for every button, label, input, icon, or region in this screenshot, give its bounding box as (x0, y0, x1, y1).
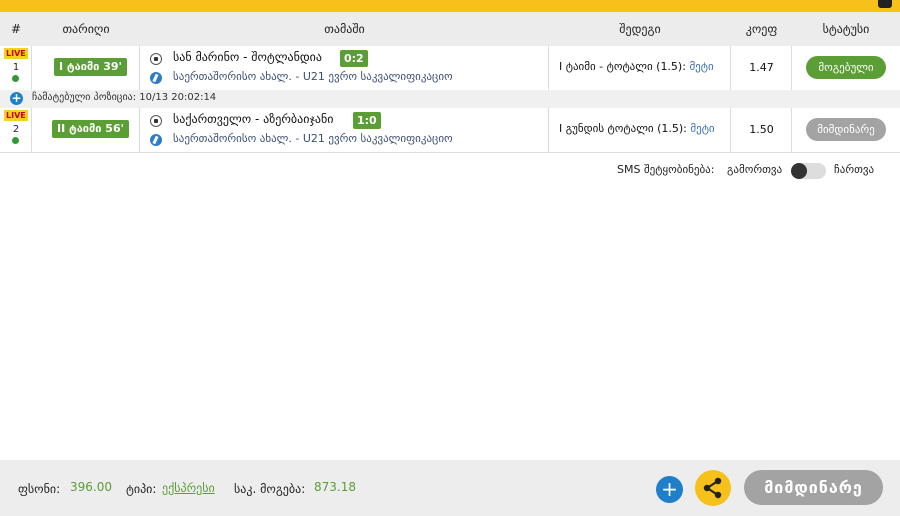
status-won-badge[interactable]: მოგებული (806, 56, 886, 79)
expand-plus-icon[interactable]: + (10, 92, 23, 105)
close-icon[interactable] (878, 0, 892, 8)
stake-value: 396.00 (70, 480, 112, 494)
match-name[interactable]: სან მარინო - შოტლანდია (173, 50, 322, 64)
bet-type-value[interactable]: ექსპრესი (162, 481, 215, 495)
bet-description: I ტაიმი - ტოტალი (1.5): მეტი (559, 60, 714, 73)
date-cell: I ტაიმი 39' (32, 46, 140, 90)
bet-cell: I გუნდის ტოტალი (1.5): მეტი (549, 108, 731, 152)
odds-cell: 1.50 (731, 108, 792, 152)
sms-toggle[interactable] (791, 163, 826, 179)
added-position-bar: + ჩამატებული პოზიცია: 10/13 20:02:14 (0, 90, 900, 109)
league-icon (150, 134, 162, 146)
match-name[interactable]: საქართველო - აზერბაიჯანი (173, 112, 333, 126)
table-header: # თარიღი თამაში შედეგი კოეფ სტატუსი (0, 12, 900, 47)
score-badge: 0:2 (340, 50, 368, 67)
status-cell: მიმდინარე (792, 108, 900, 152)
status-pending-badge[interactable]: მიმდინარე (806, 118, 886, 141)
odds-cell: 1.47 (731, 46, 792, 90)
live-indicator-dot (12, 75, 19, 82)
sms-on-label: ჩართვა (834, 163, 875, 176)
league-name: საერთაშორისო ახალ. - U21 ევრო საკვალიფიკ… (173, 70, 453, 83)
match-cell: საქართველო - აზერბაიჯანი 1:0 საერთაშორის… (140, 108, 549, 152)
bet-market: I გუნდის ტოტალი (1.5): (559, 122, 687, 135)
league-name: საერთაშორისო ახალ. - U21 ევრო საკვალიფიკ… (173, 132, 453, 145)
bet-market: I ტაიმი - ტოტალი (1.5): (559, 60, 686, 73)
date-cell: II ტაიმი 56' (32, 108, 140, 152)
status-cell: მოგებული (792, 46, 900, 90)
bet-pick: მეტი (689, 60, 714, 73)
header-odds: კოეფ (745, 22, 778, 36)
row-number: 1 (12, 62, 20, 73)
header-date: თარიღი (62, 22, 110, 36)
bet-pick: მეტი (690, 122, 715, 135)
league-icon (150, 72, 162, 84)
sms-off-label: გამორთვა (727, 163, 783, 176)
share-button[interactable] (695, 470, 731, 506)
bet-cell: I ტაიმი - ტოტალი (1.5): მეტი (549, 46, 731, 90)
added-position-text: ჩამატებული პოზიცია: 10/13 20:02:14 (32, 92, 217, 103)
bet-summary-footer: ფსონი: 396.00 ტიპი: ექსპრესი საკ. მოგება… (0, 460, 900, 516)
match-cell: სან მარინო - შოტლანდია 0:2 საერთაშორისო … (140, 46, 549, 90)
table-row: LIVE 1 I ტაიმი 39' სან მარინო - შოტლანდი… (0, 46, 900, 91)
stake-label: ფსონი: (18, 482, 61, 496)
soccer-ball-icon (150, 53, 162, 65)
current-status-button[interactable]: მიმდინარე (744, 470, 883, 505)
header-num: # (10, 22, 22, 36)
possible-win-label: საკ. მოგება: (234, 482, 306, 496)
sms-notification-label: SMS შეტყობინება: (617, 163, 715, 176)
match-time-badge: II ტაიმი 56' (52, 120, 129, 138)
row-number: 2 (12, 124, 20, 135)
soccer-ball-icon (150, 115, 162, 127)
live-badge: LIVE (4, 48, 28, 59)
match-time-badge: I ტაიმი 39' (54, 58, 127, 76)
possible-win-value: 873.18 (314, 480, 356, 494)
sms-toggle-knob[interactable] (791, 163, 807, 179)
live-badge: LIVE (4, 110, 28, 121)
row-index-cell: LIVE 2 (0, 108, 32, 152)
plus-icon[interactable]: + (656, 476, 683, 503)
bet-type-label: ტიპი: (126, 482, 157, 496)
score-badge: 1:0 (353, 112, 381, 129)
row-index-cell: LIVE 1 (0, 46, 32, 90)
top-accent-bar (0, 0, 900, 12)
odds-value: 1.47 (749, 61, 774, 74)
header-match: თამაში (324, 22, 365, 36)
share-icon (703, 477, 722, 499)
odds-value: 1.50 (749, 123, 774, 136)
header-result: შედეგი (619, 22, 661, 36)
table-row: LIVE 2 II ტაიმი 56' საქართველო - აზერბაი… (0, 108, 900, 153)
live-indicator-dot (12, 137, 19, 144)
header-status: სტატუსი (822, 22, 870, 36)
bet-description: I გუნდის ტოტალი (1.5): მეტი (559, 122, 715, 135)
